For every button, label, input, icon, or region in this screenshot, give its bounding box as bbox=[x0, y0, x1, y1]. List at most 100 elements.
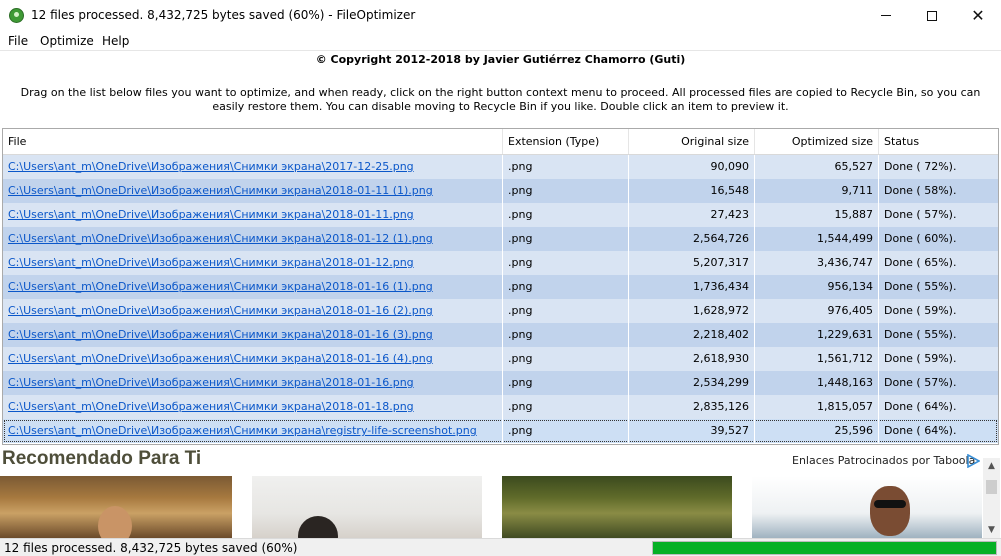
maximize-button[interactable] bbox=[909, 0, 955, 31]
table-row[interactable]: C:\Users\ant_m\OneDrive\Изображения\Сним… bbox=[3, 275, 998, 299]
file-cell[interactable]: C:\Users\ant_m\OneDrive\Изображения\Сним… bbox=[3, 395, 503, 419]
menu-help[interactable]: Help bbox=[102, 34, 129, 48]
column-header-optimized-size[interactable]: Optimized size bbox=[755, 129, 879, 154]
instructions-text: Drag on the list below files you want to… bbox=[20, 86, 981, 113]
original-size-cell: 2,218,402 bbox=[629, 323, 755, 347]
menu-bar: File Optimize Help bbox=[0, 31, 1001, 51]
original-size-cell: 2,835,126 bbox=[629, 395, 755, 419]
progress-fill bbox=[653, 542, 996, 554]
status-cell: Done ( 64%). bbox=[884, 424, 957, 437]
original-size-cell: 2,534,299 bbox=[629, 371, 755, 395]
file-cell[interactable]: C:\Users\ant_m\OneDrive\Изображения\Сним… bbox=[3, 347, 503, 371]
column-header-original-size[interactable]: Original size bbox=[629, 129, 755, 154]
file-cell[interactable]: C:\Users\ant_m\OneDrive\Изображения\Сним… bbox=[3, 227, 503, 251]
recommendations-title: Recomendado Para Ti bbox=[2, 448, 202, 469]
minimize-button[interactable] bbox=[863, 0, 909, 31]
recommendation-thumbnail[interactable] bbox=[752, 476, 982, 538]
extension-cell: .png bbox=[503, 395, 629, 419]
table-row[interactable]: C:\Users\ant_m\OneDrive\Изображения\Сним… bbox=[3, 371, 998, 395]
file-cell[interactable]: C:\Users\ant_m\OneDrive\Изображения\Сним… bbox=[3, 419, 503, 443]
vertical-scrollbar[interactable]: ▲ ▼ bbox=[983, 458, 1000, 540]
title-bar: 12 files processed. 8,432,725 bytes save… bbox=[0, 0, 1001, 31]
column-header-file[interactable]: File bbox=[3, 129, 503, 154]
status-cell: Done ( 57%). bbox=[884, 376, 957, 389]
original-size-cell: 1,736,434 bbox=[629, 275, 755, 299]
optimized-size-cell: 1,561,712 bbox=[755, 347, 879, 371]
file-cell[interactable]: C:\Users\ant_m\OneDrive\Изображения\Сним… bbox=[3, 371, 503, 395]
sunglasses-image bbox=[874, 500, 906, 508]
extension-cell: .png bbox=[503, 419, 629, 443]
extension-cell: .png bbox=[503, 203, 629, 227]
close-icon: ✕ bbox=[971, 5, 985, 25]
status-cell: Done ( 72%). bbox=[884, 160, 957, 173]
optimized-size-cell: 15,887 bbox=[755, 203, 879, 227]
table-row[interactable]: C:\Users\ant_m\OneDrive\Изображения\Сним… bbox=[3, 251, 998, 275]
extension-cell: .png bbox=[503, 347, 629, 371]
extension-cell: .png bbox=[503, 227, 629, 251]
taboola-icon[interactable] bbox=[966, 454, 980, 468]
optimized-size-cell: 1,544,499 bbox=[755, 227, 879, 251]
file-cell[interactable]: C:\Users\ant_m\OneDrive\Изображения\Сним… bbox=[3, 323, 503, 347]
table-row[interactable]: C:\Users\ant_m\OneDrive\Изображения\Сним… bbox=[3, 419, 998, 443]
status-cell: Done ( 57%). bbox=[884, 208, 957, 221]
extension-cell: .png bbox=[503, 323, 629, 347]
extension-cell: .png bbox=[503, 299, 629, 323]
column-header-extension[interactable]: Extension (Type) bbox=[503, 129, 629, 154]
status-cell: Done ( 65%). bbox=[884, 256, 957, 269]
status-cell: Done ( 64%). bbox=[884, 400, 957, 413]
extension-cell: .png bbox=[503, 371, 629, 395]
app-icon bbox=[9, 8, 24, 23]
status-cell: Done ( 55%). bbox=[884, 280, 957, 293]
original-size-cell: 27,423 bbox=[629, 203, 755, 227]
table-row[interactable]: C:\Users\ant_m\OneDrive\Изображения\Сним… bbox=[3, 155, 998, 179]
status-cell: Done ( 59%). bbox=[884, 352, 957, 365]
menu-optimize[interactable]: Optimize bbox=[40, 34, 94, 48]
scroll-down-icon[interactable]: ▼ bbox=[983, 522, 1000, 539]
recommendation-thumbnail[interactable] bbox=[502, 476, 732, 538]
table-row[interactable]: C:\Users\ant_m\OneDrive\Изображения\Сним… bbox=[3, 395, 998, 419]
optimized-size-cell: 65,527 bbox=[755, 155, 879, 179]
close-button[interactable]: ✕ bbox=[955, 0, 1001, 31]
table-row[interactable]: C:\Users\ant_m\OneDrive\Изображения\Сним… bbox=[3, 323, 998, 347]
table-row[interactable]: C:\Users\ant_m\OneDrive\Изображения\Сним… bbox=[3, 179, 998, 203]
file-cell[interactable]: C:\Users\ant_m\OneDrive\Изображения\Сним… bbox=[3, 299, 503, 323]
minimize-icon bbox=[881, 15, 891, 16]
optimized-size-cell: 3,436,747 bbox=[755, 251, 879, 275]
status-cell: Done ( 58%). bbox=[884, 184, 957, 197]
table-row[interactable]: C:\Users\ant_m\OneDrive\Изображения\Сним… bbox=[3, 227, 998, 251]
person-image bbox=[298, 516, 338, 538]
table-row[interactable]: C:\Users\ant_m\OneDrive\Изображения\Сним… bbox=[3, 347, 998, 371]
file-cell[interactable]: C:\Users\ant_m\OneDrive\Изображения\Сним… bbox=[3, 203, 503, 227]
status-text: 12 files processed. 8,432,725 bytes save… bbox=[4, 541, 298, 555]
recommendation-thumbnail[interactable] bbox=[252, 476, 482, 538]
optimized-size-cell: 1,229,631 bbox=[755, 323, 879, 347]
file-cell[interactable]: C:\Users\ant_m\OneDrive\Изображения\Сним… bbox=[3, 155, 503, 179]
recommendation-thumbnail[interactable] bbox=[0, 476, 232, 538]
maximize-icon bbox=[927, 10, 937, 21]
scroll-up-icon[interactable]: ▲ bbox=[983, 458, 1000, 475]
original-size-cell: 90,090 bbox=[629, 155, 755, 179]
optimized-size-cell: 9,711 bbox=[755, 179, 879, 203]
optimized-size-cell: 1,815,057 bbox=[755, 395, 879, 419]
original-size-cell: 16,548 bbox=[629, 179, 755, 203]
extension-cell: .png bbox=[503, 251, 629, 275]
original-size-cell: 2,618,930 bbox=[629, 347, 755, 371]
column-header-status[interactable]: Status bbox=[879, 129, 998, 154]
progress-bar bbox=[652, 541, 997, 555]
sponsor-link[interactable]: Enlaces Patrocinados por Taboola bbox=[792, 454, 975, 467]
file-cell[interactable]: C:\Users\ant_m\OneDrive\Изображения\Сним… bbox=[3, 275, 503, 299]
menu-file[interactable]: File bbox=[8, 34, 28, 48]
file-list[interactable]: File Extension (Type) Original size Opti… bbox=[2, 128, 999, 445]
file-cell[interactable]: C:\Users\ant_m\OneDrive\Изображения\Сним… bbox=[3, 251, 503, 275]
optimized-size-cell: 25,596 bbox=[755, 419, 879, 443]
extension-cell: .png bbox=[503, 155, 629, 179]
optimized-size-cell: 956,134 bbox=[755, 275, 879, 299]
original-size-cell: 5,207,317 bbox=[629, 251, 755, 275]
table-row[interactable]: C:\Users\ant_m\OneDrive\Изображения\Сним… bbox=[3, 203, 998, 227]
status-bar: 12 files processed. 8,432,725 bytes save… bbox=[0, 538, 1001, 556]
table-row[interactable]: C:\Users\ant_m\OneDrive\Изображения\Сним… bbox=[3, 299, 998, 323]
file-cell[interactable]: C:\Users\ant_m\OneDrive\Изображения\Сним… bbox=[3, 179, 503, 203]
extension-cell: .png bbox=[503, 179, 629, 203]
scroll-thumb[interactable] bbox=[986, 480, 997, 494]
person-image bbox=[870, 486, 910, 536]
